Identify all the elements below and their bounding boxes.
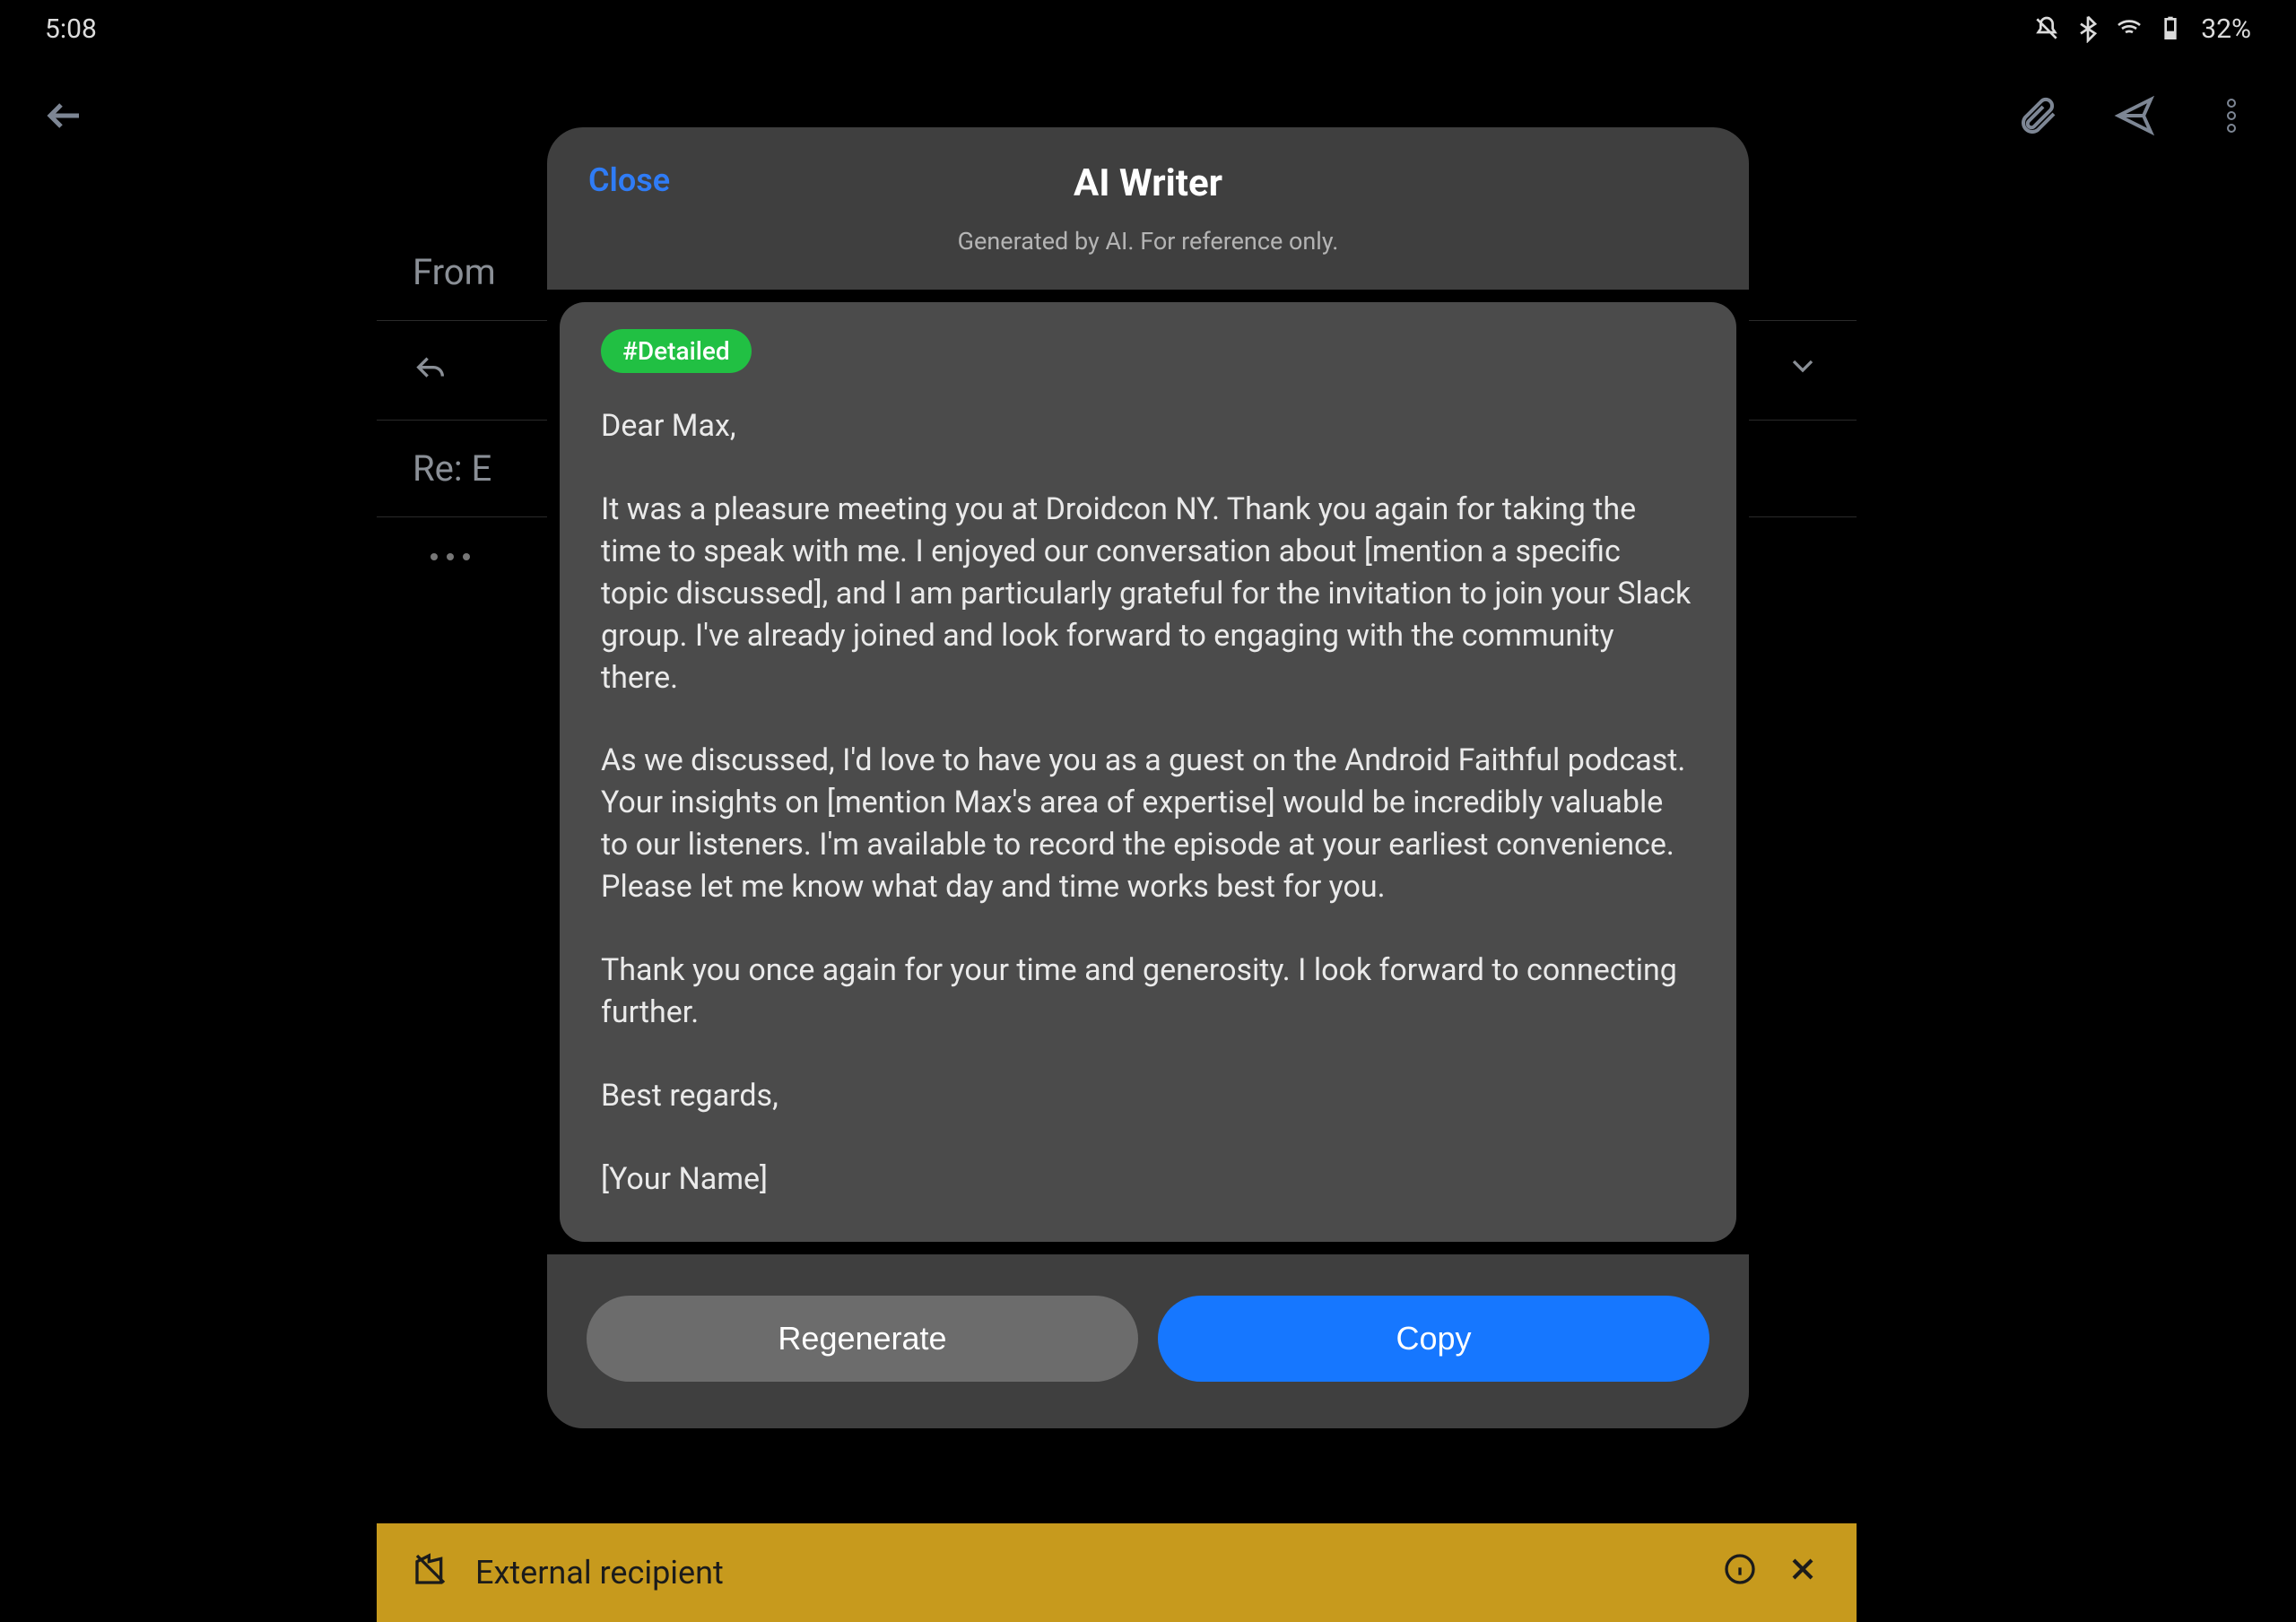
copy-button[interactable]: Copy <box>1158 1296 1709 1382</box>
close-banner-button[interactable] <box>1785 1551 1821 1595</box>
reply-icon <box>413 348 448 393</box>
detail-tag-pill: #Detailed <box>601 329 752 373</box>
overflow-menu-button[interactable] <box>2210 94 2253 137</box>
modal-body-wrap: #Detailed Dear Max, It was a pleasure me… <box>547 290 1749 1254</box>
status-time: 5:08 <box>45 13 97 45</box>
status-bar: 5:08 32% <box>0 0 2296 57</box>
generated-para: It was a pleasure meeting you at Droidco… <box>601 489 1695 699</box>
from-label: From <box>413 251 496 293</box>
external-recipient-banner: External recipient <box>377 1523 1857 1622</box>
external-domain-icon <box>413 1551 448 1595</box>
regenerate-button[interactable]: Regenerate <box>587 1296 1138 1382</box>
generated-para: Best regards, <box>601 1075 1695 1117</box>
modal-body: #Detailed Dear Max, It was a pleasure me… <box>560 302 1736 1242</box>
ai-writer-modal: Close AI Writer Generated by AI. For ref… <box>547 127 1749 1428</box>
modal-header: Close AI Writer Generated by AI. For ref… <box>547 127 1749 290</box>
battery-icon <box>2156 14 2185 43</box>
generated-para: As we discussed, I'd love to have you as… <box>601 740 1695 908</box>
status-right-cluster: 32% <box>2032 13 2251 45</box>
wifi-icon <box>2115 14 2144 43</box>
subject-field[interactable]: Re: E <box>413 447 491 490</box>
close-button[interactable]: Close <box>588 161 670 199</box>
external-recipient-label: External recipient <box>475 1554 724 1592</box>
modal-title: AI Writer <box>583 161 1713 205</box>
generated-para: [Your Name] <box>601 1158 1695 1201</box>
back-button[interactable] <box>43 94 86 137</box>
modal-footer: Regenerate Copy <box>547 1254 1749 1428</box>
generated-para: Thank you once again for your time and g… <box>601 950 1695 1034</box>
attach-button[interactable] <box>2016 94 2059 137</box>
chevron-down-icon[interactable] <box>1785 348 1821 393</box>
info-icon[interactable] <box>1722 1551 1758 1595</box>
dnd-icon <box>2032 14 2061 43</box>
modal-subtitle: Generated by AI. For reference only. <box>583 227 1713 277</box>
battery-percent: 32% <box>2201 13 2251 45</box>
send-button[interactable] <box>2113 94 2156 137</box>
generated-para: Dear Max, <box>601 405 1695 447</box>
generated-text: Dear Max, It was a pleasure meeting you … <box>601 405 1695 1201</box>
bluetooth-icon <box>2074 14 2102 43</box>
